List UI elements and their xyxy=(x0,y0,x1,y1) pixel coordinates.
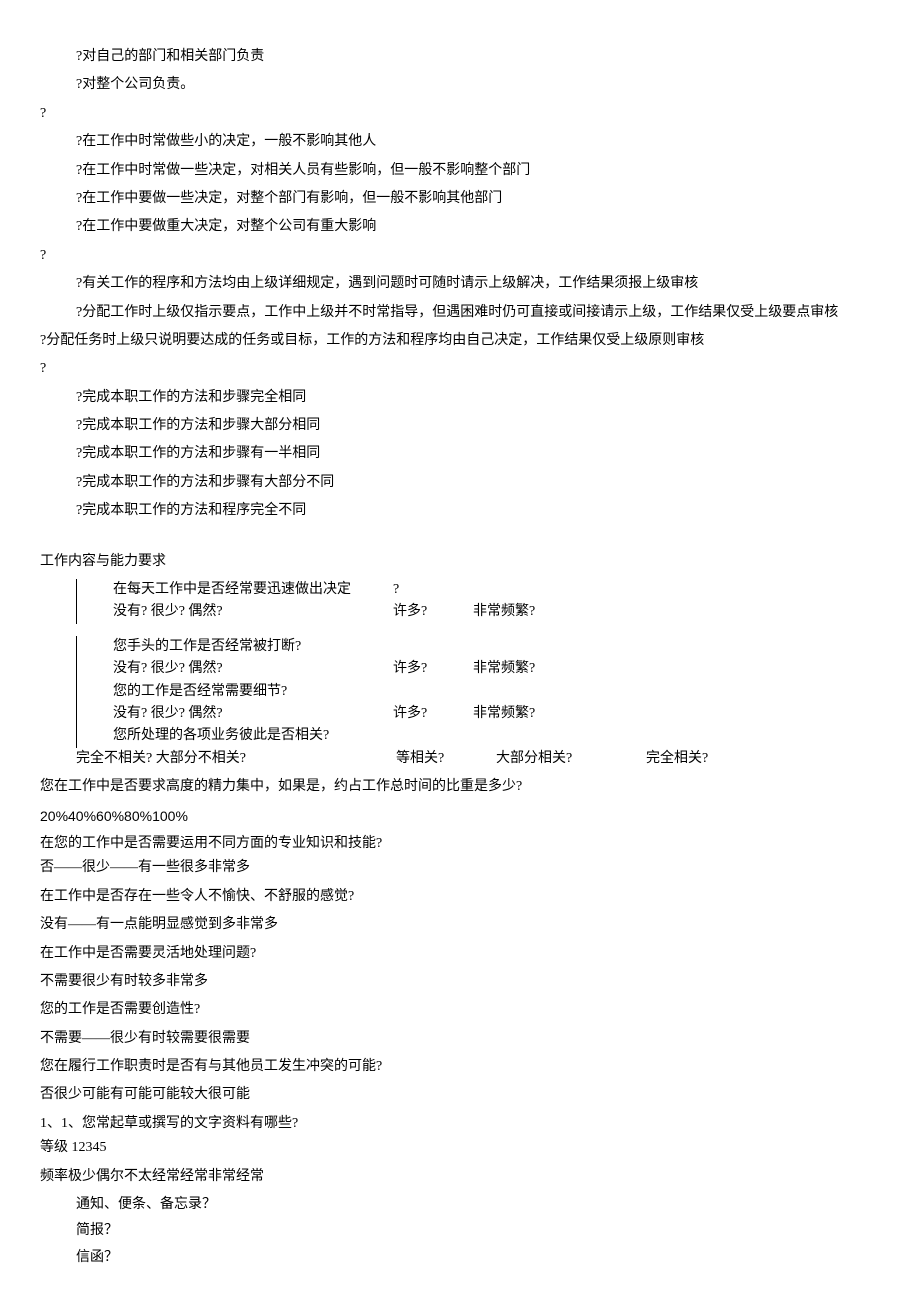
table-cell: 在每天工作中是否经常要迅速做出决定 xyxy=(77,579,393,601)
question-text: 1、1、您常起草或撰写的文字资料有哪些? xyxy=(40,1113,880,1135)
document-type-item: 简报？ xyxy=(76,1220,880,1242)
table-cell: 没有? 很少? 偶然? xyxy=(77,601,393,623)
question-text: 在您的工作中是否需要运用不同方面的专业知识和技能? xyxy=(40,833,880,855)
table-cell: 等相关? xyxy=(396,748,496,770)
assignment-para: ?分配任务时上级只说明要达成的任务或目标，工作的方法和程序均由自己决定，工作结果… xyxy=(40,330,880,352)
question-mark: ? xyxy=(40,245,880,267)
supervision-item: ?有关工作的程序和方法均由上级详细规定，遇到问题时可随时请示上级解决，工作结果须… xyxy=(76,273,880,295)
method-item: ?完成本职工作的方法和程序完全不同 xyxy=(76,500,880,522)
method-item: ?完成本职工作的方法和步骤大部分相同 xyxy=(76,415,880,437)
answer-options: 没有——有一点能明显感觉到多非常多 xyxy=(40,914,880,936)
table-cell: 非常频繁? xyxy=(473,658,880,680)
table-cell: 许多? xyxy=(393,601,473,623)
table-cell: 非常频繁? xyxy=(473,703,880,725)
frequency-label: 频率极少偶尔不太经常经常非常经常 xyxy=(40,1166,880,1188)
responsibility-item: ?对自己的部门和相关部门负责 xyxy=(76,46,880,68)
question-text: 您的工作是否需要创造性? xyxy=(40,999,880,1021)
table-cell: 没有? 很少? 偶然? xyxy=(77,703,393,725)
table-cell: 您所处理的各项业务彼此是否相关? xyxy=(77,725,393,747)
table-cell: 完全不相关? 大部分不相关? xyxy=(76,748,396,770)
answer-options: 不需要——很少有时较需要很需要 xyxy=(40,1028,880,1050)
method-item: ?完成本职工作的方法和步骤有一半相同 xyxy=(76,443,880,465)
decision-item: ?在工作中要做一些决定，对整个部门有影响，但一般不影响其他部门 xyxy=(76,188,880,210)
question-text: 在工作中是否存在一些令人不愉快、不舒服的感觉? xyxy=(40,886,880,908)
table-cell: 您手头的工作是否经常被打断? xyxy=(77,636,393,658)
table-cell xyxy=(473,579,880,601)
decision-item: ?在工作中要做重大决定，对整个公司有重大影响 xyxy=(76,216,880,238)
answer-options: 20%40%60%80%100% xyxy=(40,805,880,827)
responsibility-item: ?对整个公司负责。 xyxy=(76,74,880,96)
decision-item: ?在工作中时常做些小的决定，一般不影响其他人 xyxy=(76,131,880,153)
table-cell: 您的工作是否经常需要细节? xyxy=(77,681,393,703)
table-cell: 非常频繁? xyxy=(473,601,880,623)
table-cell: ? xyxy=(393,579,473,601)
question-text: 您在工作中是否要求高度的精力集中，如果是，约占工作总时间的比重是多少? xyxy=(40,776,880,798)
method-item: ?完成本职工作的方法和步骤完全相同 xyxy=(76,387,880,409)
document-type-item: 通知、便条、备忘录？ xyxy=(76,1194,880,1216)
method-item: ?完成本职工作的方法和步骤有大部分不同 xyxy=(76,472,880,494)
answer-options: 否很少可能有可能可能较大很可能 xyxy=(40,1084,880,1106)
table-cell: 许多? xyxy=(393,658,473,680)
answer-options: 否——很少——有一些很多非常多 xyxy=(40,857,880,879)
question-mark: ? xyxy=(40,103,880,125)
question-text: 在工作中是否需要灵活地处理问题? xyxy=(40,943,880,965)
section-heading: 工作内容与能力要求 xyxy=(40,551,880,573)
table-cell: 完全相关? xyxy=(646,748,746,770)
decision-item: ?在工作中时常做一些决定，对相关人员有些影响，但一般不影响整个部门 xyxy=(76,160,880,182)
table-cell: 许多? xyxy=(393,703,473,725)
supervision-item: ?分配工作时上级仅指示要点，工作中上级并不时常指导，但遇困难时仍可直接或间接请示… xyxy=(40,305,838,320)
document-type-item: 信函？ xyxy=(76,1247,880,1269)
answer-options: 不需要很少有时较多非常多 xyxy=(40,971,880,993)
question-mark: ? xyxy=(40,358,880,380)
table-cell: 没有? 很少? 偶然? xyxy=(77,658,393,680)
answer-options: 等级 12345 xyxy=(40,1137,880,1159)
question-text: 您在履行工作职责时是否有与其他员工发生冲突的可能? xyxy=(40,1056,880,1078)
table-cell: 大部分相关? xyxy=(496,748,646,770)
